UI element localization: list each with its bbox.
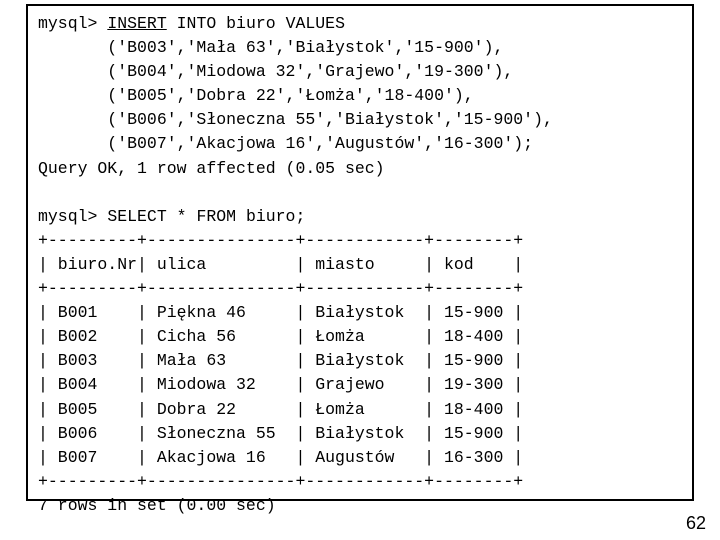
table-header: | biuro.Nr| ulica | miasto | kod | [38,255,523,274]
table-row: | B002 | Cicha 56 | Łomża | 18-400 | [38,327,523,346]
insert-row-3: ('B005','Dobra 22','Łomża','18-400'), [38,86,474,105]
mysql-terminal-box: mysql> INSERT INTO biuro VALUES ('B003',… [26,4,694,501]
insert-result: Query OK, 1 row affected (0.05 sec) [38,159,385,178]
table-border-bottom: +---------+---------------+------------+… [38,472,523,491]
prompt-2: mysql> [38,207,97,226]
table-row: | B005 | Dobra 22 | Łomża | 18-400 | [38,400,523,419]
table-row: | B006 | Słoneczna 55 | Białystok | 15-9… [38,424,523,443]
insert-row-4: ('B006','Słoneczna 55','Białystok','15-9… [38,110,553,129]
select-line: SELECT * FROM biuro; [107,207,305,226]
slide-number: 62 [686,513,706,534]
insert-row-5: ('B007','Akacjowa 16','Augustów','16-300… [38,134,533,153]
select-footer: 7 rows in set (0.00 sec) [38,496,276,515]
table-row: | B004 | Miodowa 32 | Grajewo | 19-300 | [38,375,523,394]
insert-keyword: INSERT [107,14,166,33]
table-border-top: +---------+---------------+------------+… [38,231,523,250]
insert-row-2: ('B004','Miodowa 32','Grajewo','19-300')… [38,62,513,81]
table-row: | B003 | Mała 63 | Białystok | 15-900 | [38,351,523,370]
prompt-1: mysql> [38,14,97,33]
table-border-mid: +---------+---------------+------------+… [38,279,523,298]
slide-page: mysql> INSERT INTO biuro VALUES ('B003',… [0,0,720,540]
insert-rest: INTO biuro VALUES [167,14,345,33]
table-row: | B001 | Piękna 46 | Białystok | 15-900 … [38,303,523,322]
table-row: | B007 | Akacjowa 16 | Augustów | 16-300… [38,448,523,467]
insert-row-1: ('B003','Mała 63','Białystok','15-900'), [38,38,503,57]
terminal-content: mysql> INSERT INTO biuro VALUES ('B003',… [38,12,682,518]
